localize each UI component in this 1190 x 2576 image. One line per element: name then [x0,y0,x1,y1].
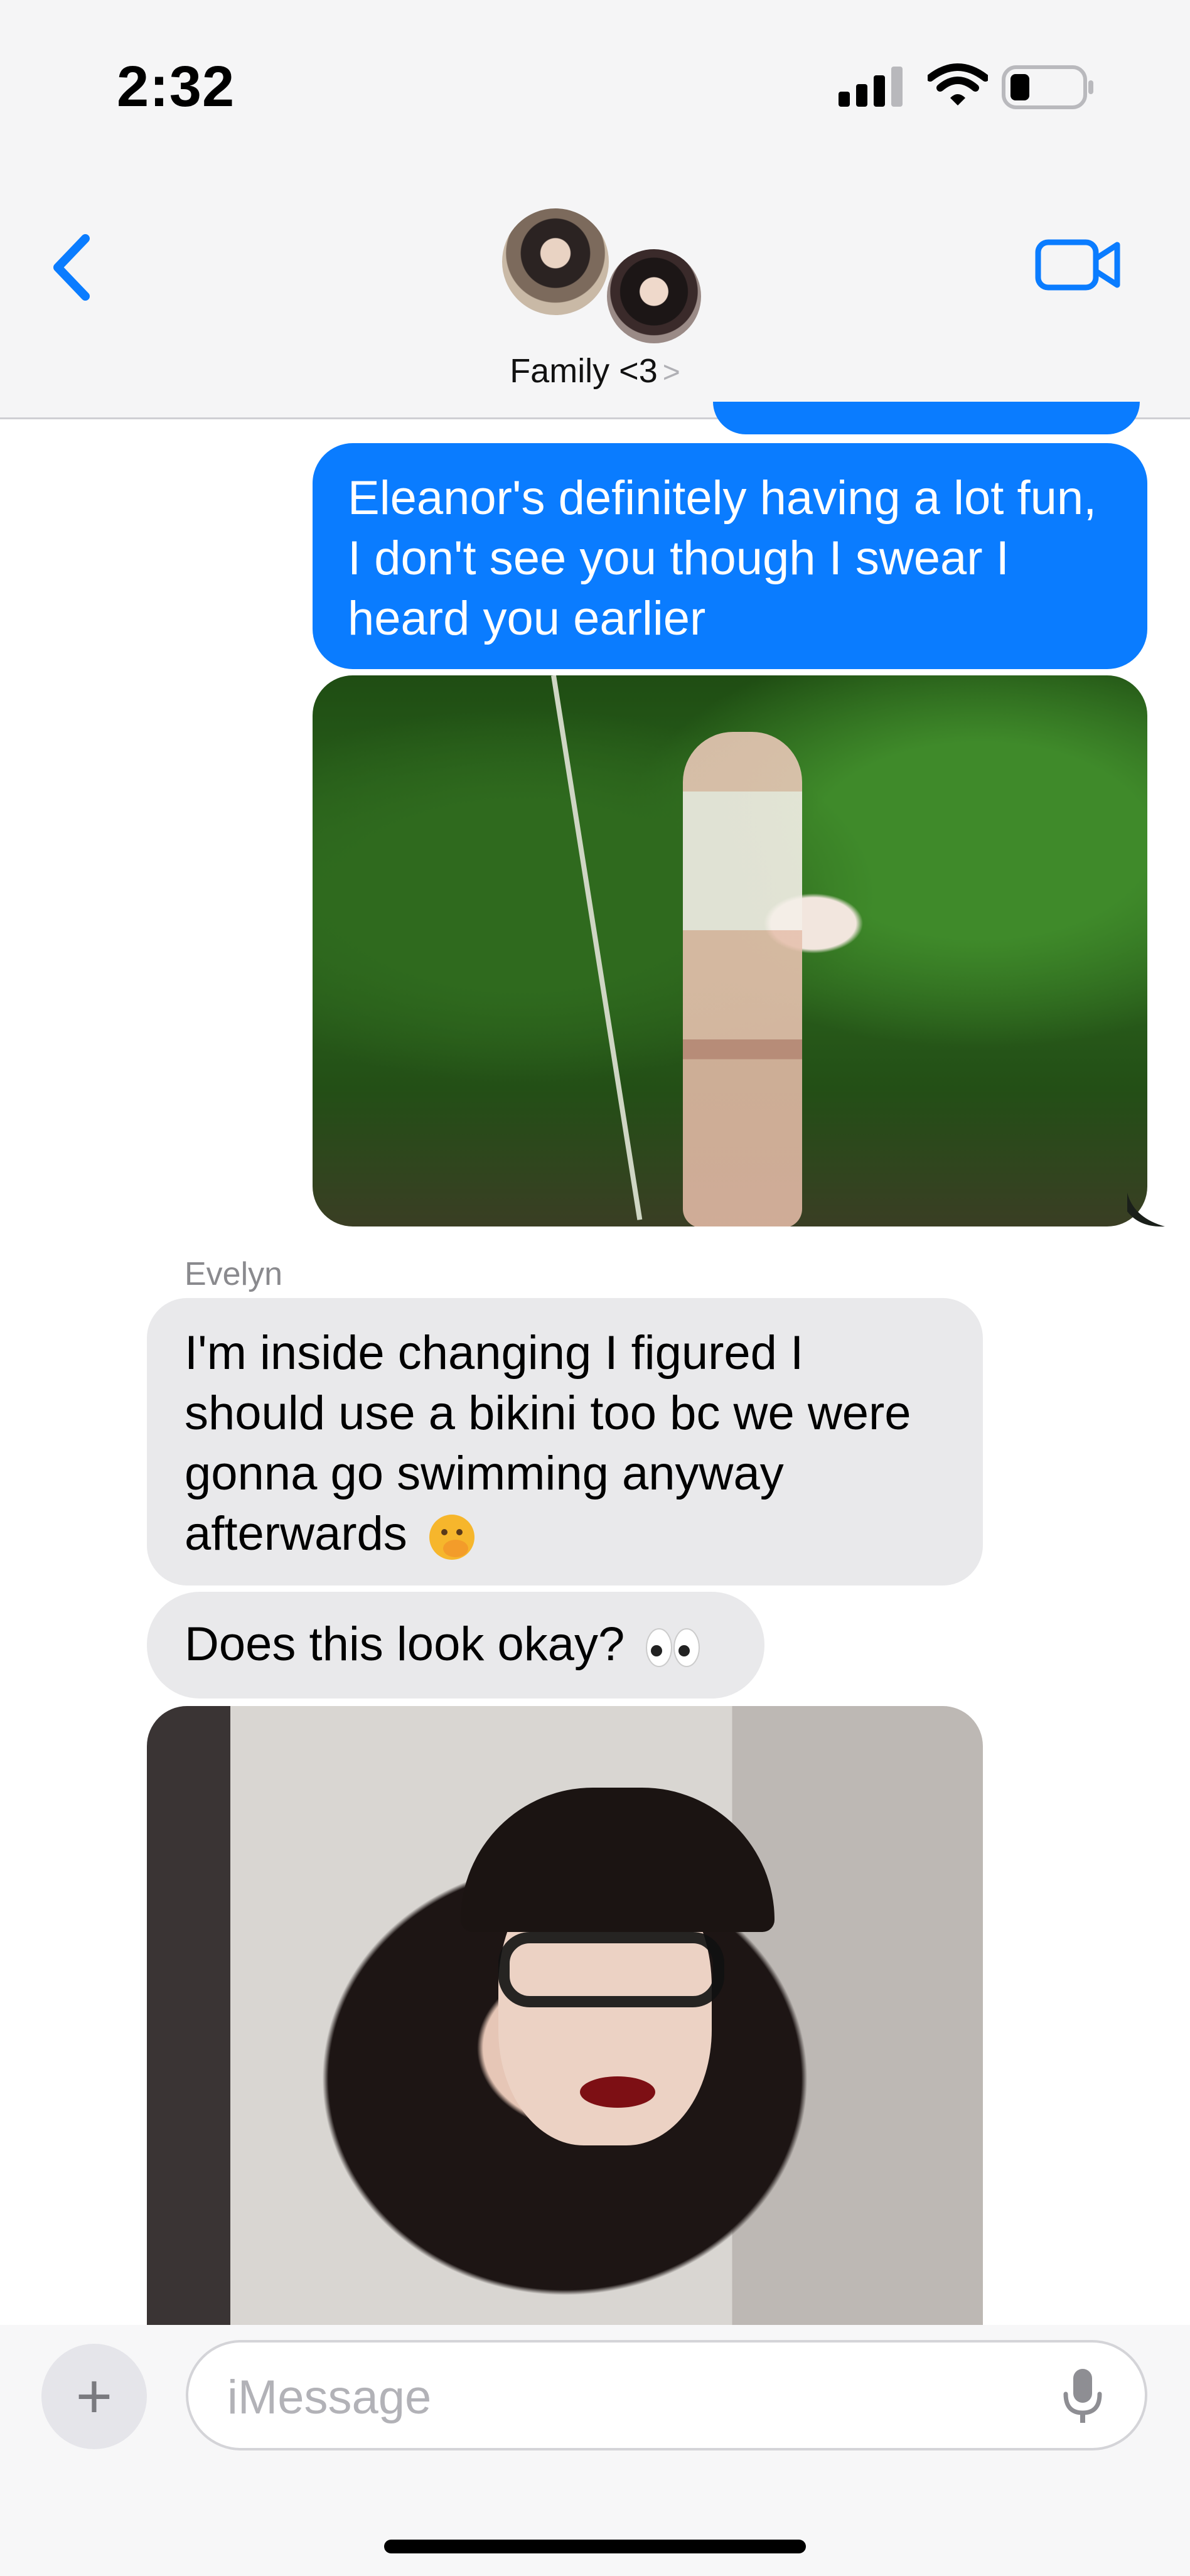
outgoing-message-bubble[interactable]: Eleanor's definitely having a lot fun, I… [313,443,1147,669]
video-camera-icon[interactable] [1034,233,1122,296]
message-text: Does this look okay? [185,1618,625,1671]
add-attachment-button[interactable]: + [41,2344,147,2449]
home-indicator[interactable] [384,2540,806,2553]
message-bubble-partial [713,402,1140,434]
eyes-icon [646,1628,700,1667]
photo-detail [498,1932,724,2007]
sender-name: Evelyn [185,1256,283,1292]
face-with-hand-over-mouth-icon [429,1514,474,1560]
outgoing-photo-attachment[interactable] [313,675,1147,1226]
chevron-right-icon: > [662,356,680,389]
avatar[interactable] [500,206,611,318]
photo-detail [551,675,643,1220]
message-input-placeholder: iMessage [227,2371,432,2424]
microphone-icon[interactable] [1061,2365,1105,2428]
incoming-message-bubble[interactable]: Does this look okay? [147,1592,764,1699]
avatar[interactable] [604,246,704,346]
message-input[interactable]: iMessage [186,2340,1147,2450]
wifi-icon [928,63,988,105]
message-text: I'm inside changing I figured I should u… [185,1326,911,1560]
photo-detail [461,1788,775,1932]
photo-detail [580,2076,655,2108]
cellular-signal-icon [839,67,903,107]
incoming-photo-attachment[interactable] [147,1706,983,2327]
group-name-button[interactable]: Family <3 > [0,352,1190,390]
status-time: 2:32 [117,55,235,119]
bubble-tail [1127,1193,1165,1227]
incoming-message-bubble[interactable]: I'm inside changing I figured I should u… [147,1298,983,1586]
group-name: Family <3 [510,352,658,390]
photo-detail [683,732,802,1226]
chevron-left-icon[interactable] [45,230,102,305]
conversation-header: 2:32 Family <3 > [0,0,1190,419]
battery-icon [1002,65,1093,109]
